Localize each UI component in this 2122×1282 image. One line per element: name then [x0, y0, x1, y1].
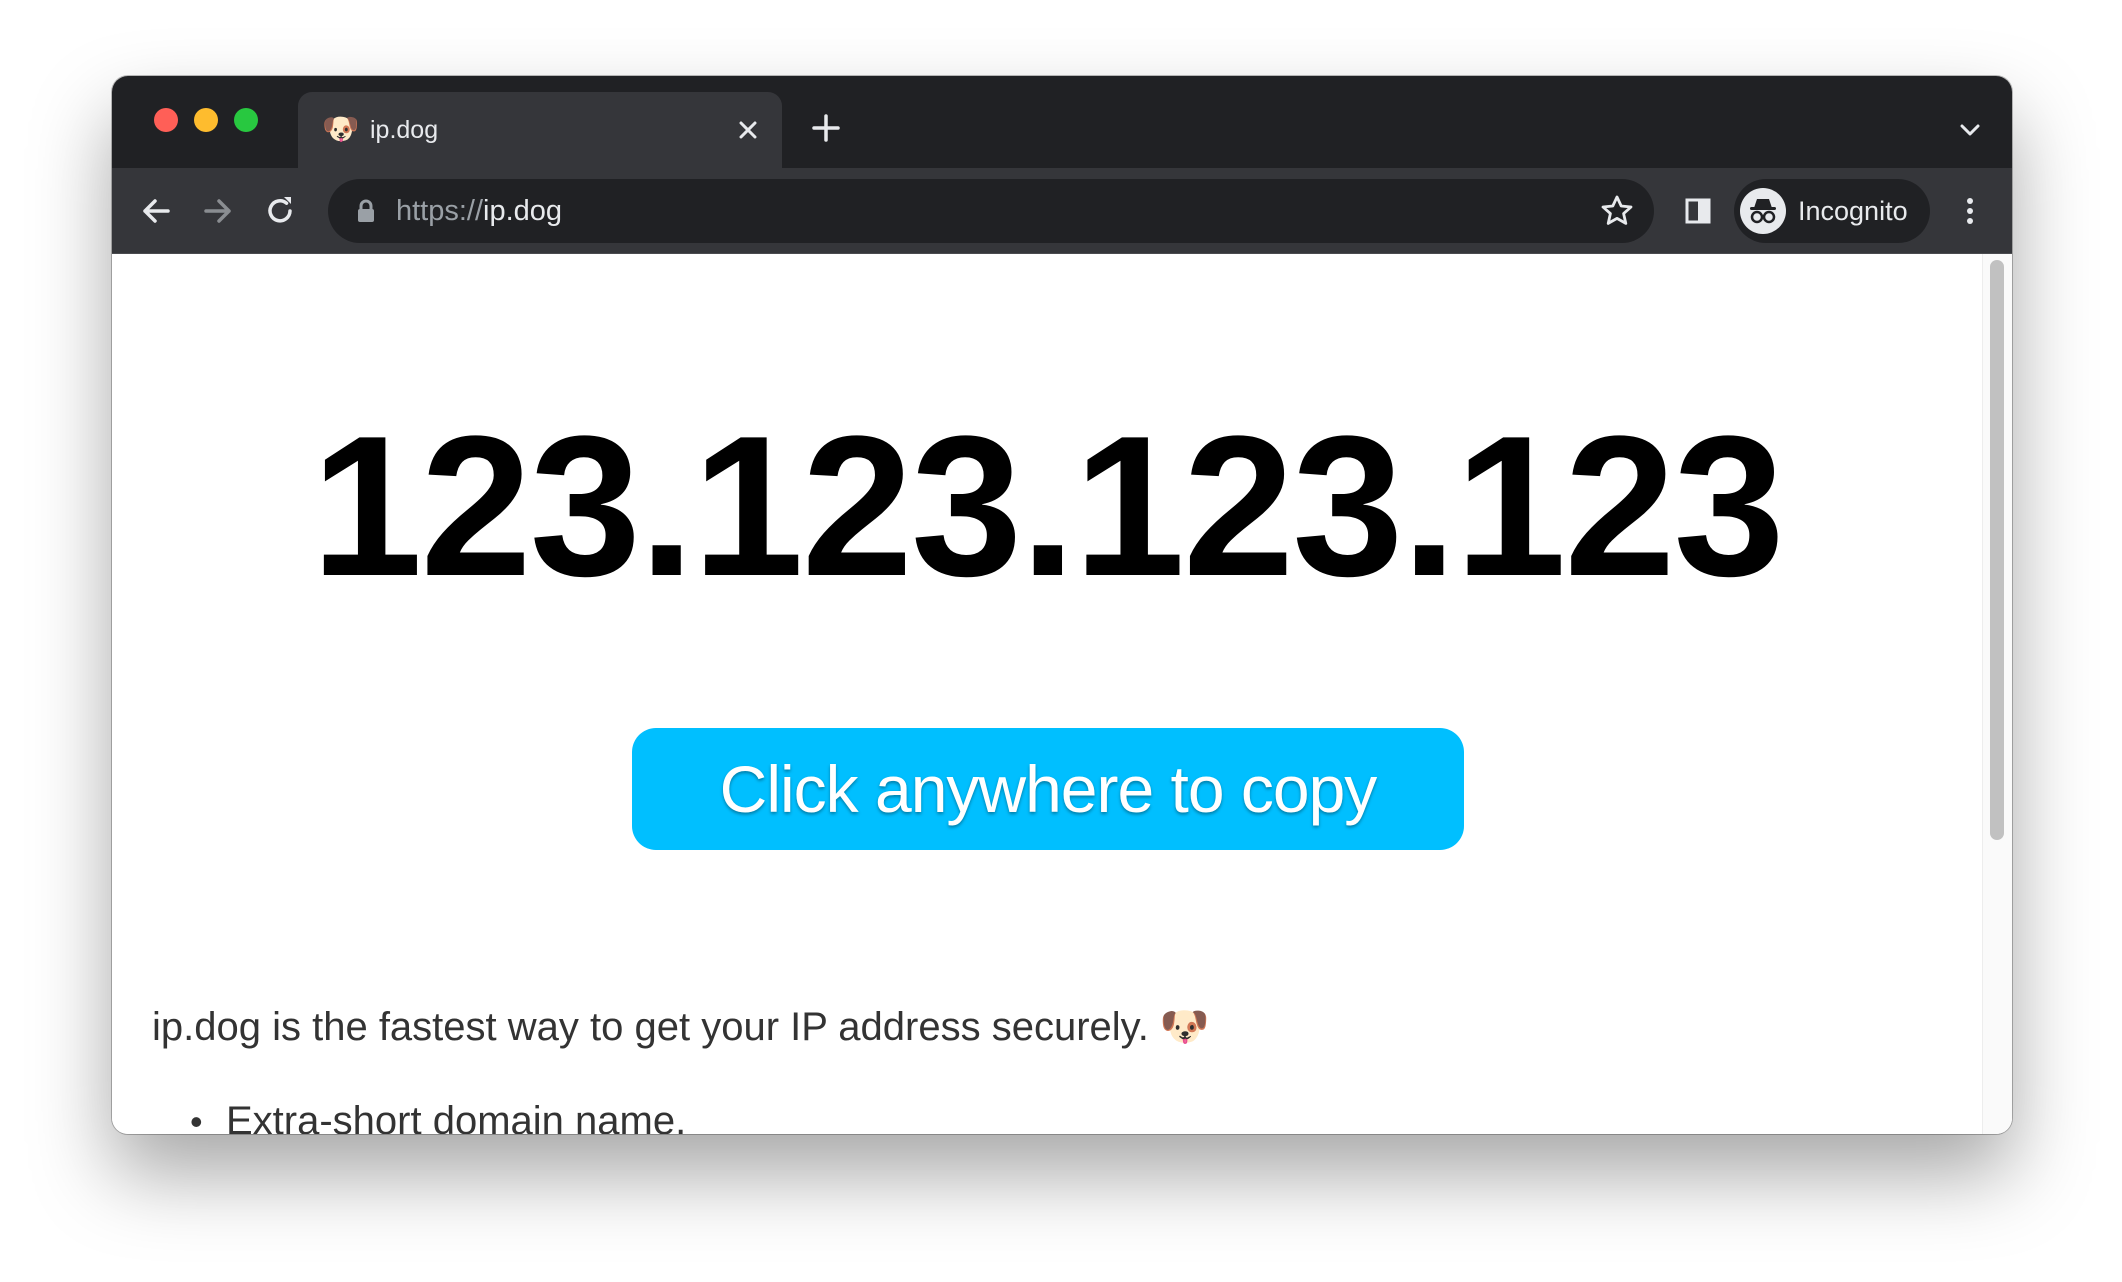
tab-ip-dog[interactable]: 🐶 ip.dog: [298, 92, 782, 168]
scrollbar-thumb[interactable]: [1990, 260, 2004, 840]
page-content[interactable]: 123.123.123.123 Click anywhere to copy i…: [112, 254, 2012, 1134]
plus-icon[interactable]: [808, 110, 844, 146]
vertical-scrollbar[interactable]: [1982, 254, 2012, 1134]
back-arrow-icon[interactable]: [136, 191, 176, 231]
close-window-button[interactable]: [154, 108, 178, 132]
more-vert-icon[interactable]: [1950, 191, 1990, 231]
url-scheme: https://: [396, 195, 484, 227]
reload-icon[interactable]: [260, 191, 300, 231]
list-item: Extra-short domain name.: [190, 1096, 686, 1134]
copy-button[interactable]: Click anywhere to copy: [632, 728, 1464, 850]
address-bar[interactable]: https://ip.dog: [328, 179, 1654, 243]
bookmark-star-icon[interactable]: [1598, 192, 1636, 230]
forward-arrow-icon[interactable]: [198, 191, 238, 231]
chevron-down-icon[interactable]: [1956, 116, 1984, 144]
incognito-label: Incognito: [1798, 196, 1908, 226]
browser-toolbar: https://ip.dog Incognito: [112, 168, 2012, 254]
ip-address[interactable]: 123.123.123.123: [112, 402, 1982, 612]
zoom-window-button[interactable]: [234, 108, 258, 132]
feature-list: Extra-short domain name.: [190, 1096, 686, 1134]
url-host: ip.dog: [483, 195, 563, 227]
dog-favicon-icon: 🐶: [322, 113, 360, 146]
browser-window: 🐶 ip.dog https://ip.dog Incognito 123.12…: [112, 76, 2012, 1134]
minimize-window-button[interactable]: [194, 108, 218, 132]
url-text: https://ip.dog: [396, 194, 562, 228]
side-panel-icon[interactable]: [1678, 191, 1718, 231]
page-description: ip.dog is the fastest way to get your IP…: [152, 1005, 1210, 1049]
incognito-profile-button[interactable]: Incognito: [1734, 179, 1930, 243]
close-icon[interactable]: [732, 114, 764, 146]
incognito-icon: [1740, 188, 1786, 234]
tab-title: ip.dog: [370, 116, 439, 144]
tab-strip: 🐶 ip.dog: [112, 76, 2012, 168]
lock-icon[interactable]: [352, 197, 380, 225]
